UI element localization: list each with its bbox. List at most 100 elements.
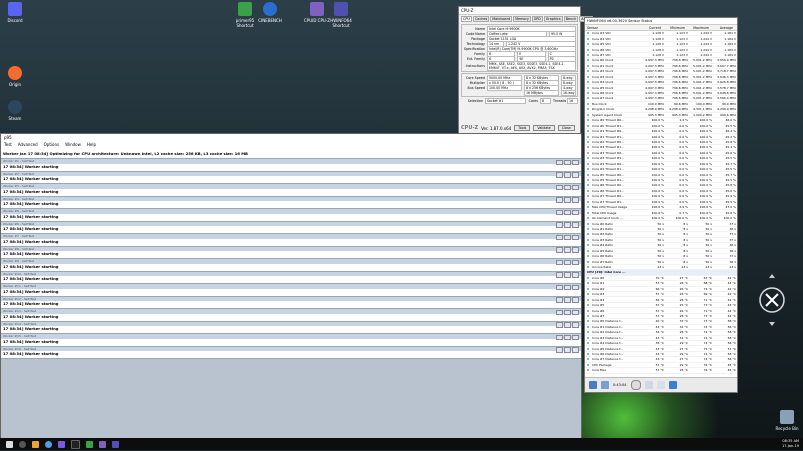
- close-icon[interactable]: [572, 184, 579, 190]
- close-icon[interactable]: [572, 347, 579, 353]
- discord-taskbar-icon[interactable]: [58, 440, 65, 448]
- cpuz-titlebar[interactable]: CPU-Z: [459, 7, 580, 15]
- worker-window[interactable]: Worker #6 - Self-Test 17 08:34] Worker st…: [1, 221, 581, 234]
- worker-window[interactable]: Worker #14 - Self-Test 17 08:34] Worker s…: [1, 321, 581, 334]
- system-tray[interactable]: 08:35 AM 17-Jan-19: [782, 438, 799, 451]
- maximize-icon[interactable]: [564, 347, 571, 353]
- minimize-icon[interactable]: [556, 284, 563, 290]
- minimize-icon[interactable]: [556, 309, 563, 315]
- col-average[interactable]: Average: [709, 26, 733, 30]
- validate-button[interactable]: Validate: [533, 125, 555, 131]
- settings-icon[interactable]: [656, 381, 665, 389]
- minimize-icon[interactable]: [556, 297, 563, 303]
- start-icon[interactable]: [6, 440, 13, 448]
- worker-window[interactable]: Worker #5 - Self-Test 17 08:34] Worker st…: [1, 209, 581, 222]
- menu-advanced[interactable]: Advanced: [18, 142, 38, 147]
- desktop-icon-origin[interactable]: Origin: [0, 66, 30, 87]
- desktop-icon-hwinfo[interactable]: HWiNFO64 Shortcut: [326, 2, 356, 28]
- maximize-icon[interactable]: [564, 284, 571, 290]
- cpuz-window[interactable]: CPU-Z CPU Caches Mainboard Memory SPD Gr…: [458, 6, 594, 134]
- minimize-icon[interactable]: [556, 222, 563, 228]
- maximize-icon[interactable]: [564, 184, 571, 190]
- minimize-icon[interactable]: [556, 209, 563, 215]
- minimize-icon[interactable]: [556, 347, 563, 353]
- tools-button[interactable]: Tools: [514, 125, 531, 131]
- steam-taskbar-icon[interactable]: [71, 439, 80, 449]
- tab-graphics[interactable]: Graphics: [543, 16, 563, 22]
- worker-window[interactable]: Worker #15 - Self-Test 17 08:34] Worker s…: [1, 334, 581, 347]
- worker-window[interactable]: Worker #12 - Self-Test 17 08:34] Worker s…: [1, 296, 581, 309]
- minimize-icon[interactable]: [556, 247, 563, 253]
- menu-options[interactable]: Options: [44, 142, 59, 147]
- worker-window[interactable]: Worker #2 - Self-Test 17 08:34] Worker st…: [1, 171, 581, 184]
- menu-window[interactable]: Window: [65, 142, 81, 147]
- close-icon[interactable]: [572, 197, 579, 203]
- minimize-icon[interactable]: [556, 197, 563, 203]
- cpuz-taskbar-icon[interactable]: [99, 440, 106, 448]
- minimize-icon[interactable]: [556, 172, 563, 178]
- desktop-icon-cinebench[interactable]: CINEBENCH: [255, 2, 285, 23]
- close-icon[interactable]: [572, 222, 579, 228]
- worker-window[interactable]: Worker #9 - Self-Test 17 08:34] Worker st…: [1, 259, 581, 272]
- col-maximum[interactable]: Maximum: [685, 26, 709, 30]
- hwinfo-titlebar[interactable]: HWiNFO64 v6.00-3620 Sensor Status: [585, 18, 737, 25]
- minimize-icon[interactable]: [556, 322, 563, 328]
- minimize-icon[interactable]: [556, 259, 563, 265]
- tab-cpu[interactable]: CPU: [461, 16, 472, 22]
- minimize-icon[interactable]: [556, 272, 563, 278]
- report-icon[interactable]: [644, 381, 653, 389]
- col-sensor[interactable]: Sensor: [585, 26, 637, 30]
- clock-icon[interactable]: [630, 380, 641, 390]
- maximize-icon[interactable]: [564, 197, 571, 203]
- maximize-icon[interactable]: [564, 209, 571, 215]
- maximize-icon[interactable]: [564, 172, 571, 178]
- close-icon[interactable]: [572, 334, 579, 340]
- worker-window[interactable]: Worker #13 - Self-Test 17 08:34] Worker s…: [1, 309, 581, 322]
- close-icon[interactable]: [572, 259, 579, 265]
- col-minimum[interactable]: Minimum: [661, 26, 685, 30]
- close-icon[interactable]: [572, 234, 579, 240]
- sensor-row[interactable]: Core Max 57 °C 26 °C 76 °C 45 °C: [585, 368, 737, 374]
- worker-window[interactable]: Worker #7 - Self-Test 17 08:34] Worker st…: [1, 234, 581, 247]
- worker-window[interactable]: Worker #3 - Self-Test 17 08:34] Worker st…: [1, 184, 581, 197]
- desktop-icon-discord[interactable]: Discord: [0, 2, 30, 23]
- close-icon[interactable]: [668, 381, 677, 389]
- close-button[interactable]: Close: [557, 125, 575, 131]
- maximize-icon[interactable]: [564, 247, 571, 253]
- search-icon[interactable]: [19, 440, 26, 448]
- minimize-icon[interactable]: [556, 334, 563, 340]
- tab-spd[interactable]: SPD: [531, 16, 543, 22]
- maximize-icon[interactable]: [564, 334, 571, 340]
- hwinfo-window[interactable]: HWiNFO64 v6.00-3620 Sensor Status Sensor…: [584, 17, 738, 393]
- close-icon[interactable]: [572, 272, 579, 278]
- chrome-icon[interactable]: [45, 440, 52, 448]
- worker-window[interactable]: Worker #8 - Self-Test 17 08:34] Worker st…: [1, 246, 581, 259]
- close-icon[interactable]: [572, 322, 579, 328]
- worker-window[interactable]: Worker #1 - Self-Test 17 08:34] Worker st…: [1, 159, 581, 172]
- close-icon[interactable]: [572, 209, 579, 215]
- maximize-icon[interactable]: [564, 322, 571, 328]
- maximize-icon[interactable]: [564, 222, 571, 228]
- prime95-taskbar-icon[interactable]: [86, 440, 93, 448]
- tab-bench[interactable]: Bench: [563, 16, 579, 22]
- selection-dropdown[interactable]: Socket #1: [485, 97, 526, 104]
- close-icon[interactable]: [572, 159, 579, 165]
- menu-help[interactable]: Help: [87, 142, 96, 147]
- maximize-icon[interactable]: [564, 309, 571, 315]
- worker-window[interactable]: Worker #10 - Self-Test 17 08:34] Worker s…: [1, 271, 581, 284]
- worker-window[interactable]: Worker #16 - Self-Test 17 08:34] Worker s…: [1, 346, 581, 359]
- menu-test[interactable]: Test: [4, 142, 12, 147]
- worker-window[interactable]: Worker #4 - Self-Test 17 08:34] Worker st…: [1, 196, 581, 209]
- col-current[interactable]: Current: [637, 26, 661, 30]
- desktop-icon-recycle-bin[interactable]: Recycle Bin: [772, 410, 802, 431]
- tab-memory[interactable]: Memory: [513, 16, 531, 22]
- maximize-icon[interactable]: [564, 159, 571, 165]
- tab-caches[interactable]: Caches: [472, 16, 490, 22]
- prime95-window[interactable]: p95 Test Advanced Options Window Help Wo…: [0, 133, 582, 440]
- maximize-icon[interactable]: [564, 234, 571, 240]
- maximize-icon[interactable]: [564, 297, 571, 303]
- close-icon[interactable]: [572, 172, 579, 178]
- prime95-titlebar[interactable]: p95: [1, 134, 581, 141]
- nav-arrows-icon[interactable]: [589, 381, 597, 389]
- close-icon[interactable]: [572, 297, 579, 303]
